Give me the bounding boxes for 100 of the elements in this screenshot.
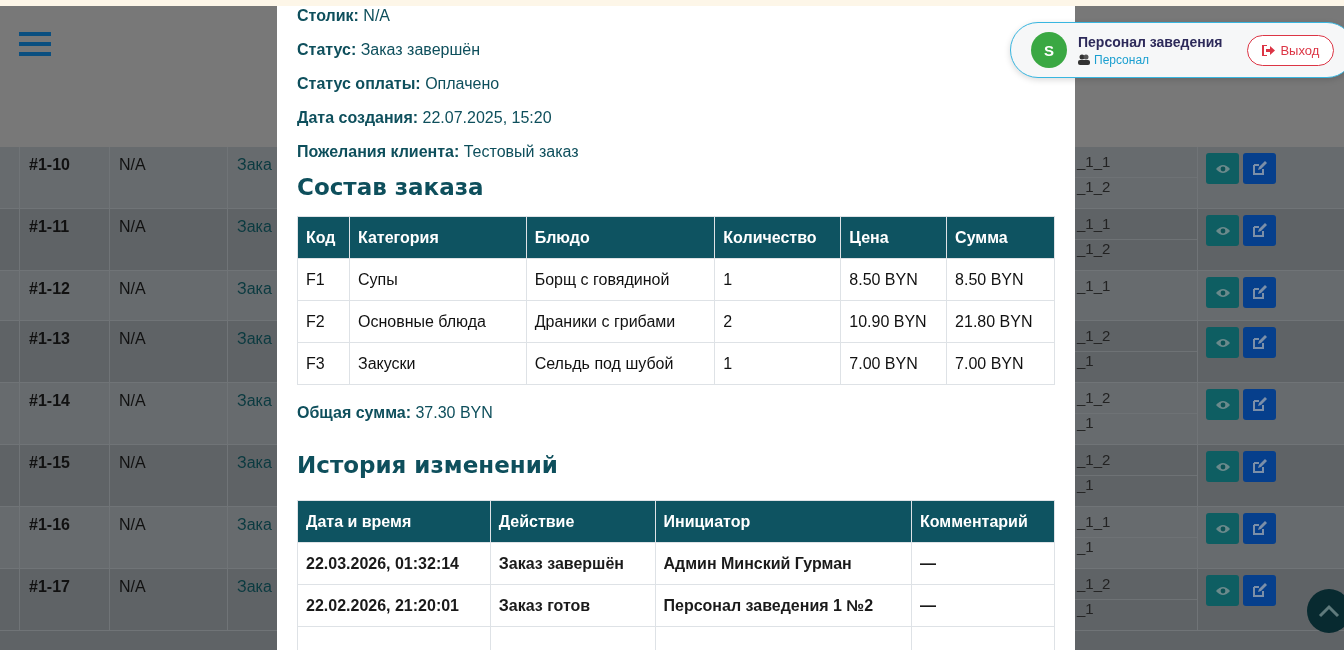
table-cell: 22.02.2026, 21:20:01 bbox=[297, 584, 491, 627]
pencil-icon bbox=[1252, 161, 1267, 176]
table-cell: 1 bbox=[714, 342, 841, 385]
edit-button[interactable] bbox=[1243, 277, 1276, 308]
view-button[interactable] bbox=[1206, 277, 1239, 308]
view-button[interactable] bbox=[1206, 575, 1239, 606]
view-button[interactable] bbox=[1206, 153, 1239, 184]
logout-button[interactable]: Выход bbox=[1247, 34, 1335, 66]
column-header: Цена bbox=[840, 216, 947, 259]
detail-line: Статус: Заказ завершён bbox=[297, 40, 481, 60]
table-cell: #1-11 bbox=[29, 218, 70, 235]
table-cell: N/A bbox=[119, 218, 146, 235]
edit-button[interactable] bbox=[1243, 513, 1276, 544]
user-role: Персонал bbox=[1094, 52, 1150, 67]
column-header: Код bbox=[297, 216, 350, 259]
table-cell: _1_2 bbox=[1077, 575, 1111, 592]
column-header: Инициатор bbox=[655, 500, 912, 543]
table-cell: N/A bbox=[119, 280, 146, 297]
detail-line: Столик: N/A bbox=[297, 6, 390, 26]
table-cell: Супы bbox=[349, 258, 527, 301]
detail-line: Статус оплаты: Оплачено bbox=[297, 74, 500, 94]
table-cell: #1-14 bbox=[29, 392, 70, 409]
view-button[interactable] bbox=[1206, 451, 1239, 482]
total-line: Общая сумма: 37.30 BYN bbox=[297, 403, 493, 423]
column-header: Количество bbox=[714, 216, 841, 259]
edit-button[interactable] bbox=[1243, 389, 1276, 420]
table-cell: N/A bbox=[119, 578, 146, 595]
table-cell: _1_2 bbox=[1077, 451, 1111, 468]
eye-icon bbox=[1214, 336, 1231, 349]
table-cell: _1_2 bbox=[1077, 389, 1111, 406]
pencil-icon bbox=[1252, 583, 1267, 598]
table-cell: _1_1 bbox=[1077, 277, 1111, 294]
eye-icon bbox=[1214, 460, 1231, 473]
table-cell: 10.90 BYN bbox=[840, 300, 947, 343]
view-button[interactable] bbox=[1206, 215, 1239, 246]
column-header: Дата и время bbox=[297, 500, 491, 543]
edit-button[interactable] bbox=[1243, 215, 1276, 246]
table-cell: _1 bbox=[1077, 352, 1094, 369]
table-cell: Закуски bbox=[349, 342, 527, 385]
pencil-icon bbox=[1252, 335, 1267, 350]
table-cell: Заказ завершён bbox=[490, 542, 655, 585]
table-cell: _1_1 bbox=[1077, 513, 1111, 530]
table-cell: Основные блюда bbox=[349, 300, 527, 343]
table-cell: #1-17 bbox=[29, 578, 70, 595]
table-cell: N/A bbox=[119, 392, 146, 409]
table-cell: Зака bbox=[237, 454, 272, 471]
pencil-icon bbox=[1252, 459, 1267, 474]
detail-line: Дата создания: 22.07.2025, 15:20 bbox=[297, 108, 552, 128]
table-cell: 7.00 BYN bbox=[840, 342, 947, 385]
table-cell: _1_1 bbox=[1077, 215, 1111, 232]
edit-button[interactable] bbox=[1243, 327, 1276, 358]
table-cell: _1 bbox=[1077, 414, 1094, 431]
table-cell: Персонал заведения 1 №2 bbox=[655, 584, 912, 627]
table-cell: F1 bbox=[297, 258, 350, 301]
people-icon bbox=[1078, 54, 1090, 65]
table-cell: 8.50 BYN bbox=[840, 258, 947, 301]
menu-icon[interactable] bbox=[19, 32, 51, 56]
view-button[interactable] bbox=[1206, 327, 1239, 358]
table-cell: _1_2 bbox=[1077, 178, 1111, 195]
pencil-icon bbox=[1252, 223, 1267, 238]
eye-icon bbox=[1214, 224, 1231, 237]
table-cell: — bbox=[911, 584, 1055, 627]
column-header: Действие bbox=[490, 500, 655, 543]
avatar-icon: S bbox=[1031, 32, 1067, 68]
section-heading: Состав заказа bbox=[297, 173, 485, 202]
table-cell: F3 bbox=[297, 342, 350, 385]
table-cell: _1 bbox=[1077, 538, 1094, 555]
table-cell: Зака bbox=[237, 330, 272, 347]
view-button[interactable] bbox=[1206, 513, 1239, 544]
detail-line: Пожелания клиента: Тестовый заказ bbox=[297, 142, 579, 162]
table-cell: 22.03.2026, 01:32:14 bbox=[297, 542, 491, 585]
eye-icon bbox=[1214, 162, 1231, 175]
table-cell: F2 bbox=[297, 300, 350, 343]
table-cell: #1-15 bbox=[29, 454, 70, 471]
table-cell: N/A bbox=[119, 516, 146, 533]
table-cell: Зака bbox=[237, 392, 272, 409]
edit-button[interactable] bbox=[1243, 153, 1276, 184]
table-cell: _1 bbox=[1077, 600, 1094, 617]
view-button[interactable] bbox=[1206, 389, 1239, 420]
eye-icon bbox=[1214, 286, 1231, 299]
pencil-icon bbox=[1252, 397, 1267, 412]
table-cell: 1 bbox=[714, 258, 841, 301]
column-header: Комментарий bbox=[911, 500, 1055, 543]
pencil-icon bbox=[1252, 285, 1267, 300]
table-cell: Зака bbox=[237, 578, 272, 595]
edit-button[interactable] bbox=[1243, 575, 1276, 606]
table-cell: #1-12 bbox=[29, 280, 70, 297]
table-cell: 7.00 BYN bbox=[946, 342, 1055, 385]
table-cell: #1-10 bbox=[29, 156, 70, 173]
table-cell: 2 bbox=[714, 300, 841, 343]
table-cell: Борщ с говядиной bbox=[526, 258, 715, 301]
column-header: Категория bbox=[349, 216, 527, 259]
edit-button[interactable] bbox=[1243, 451, 1276, 482]
table-cell: N/A bbox=[119, 156, 146, 173]
table-cell: _1_1 bbox=[1077, 153, 1111, 170]
pencil-icon bbox=[1252, 521, 1267, 536]
table-cell: Заказ готов bbox=[490, 584, 655, 627]
chevron-up-icon bbox=[1318, 604, 1340, 618]
table-cell: 8.50 BYN bbox=[946, 258, 1055, 301]
table-cell: Зака bbox=[237, 218, 272, 235]
